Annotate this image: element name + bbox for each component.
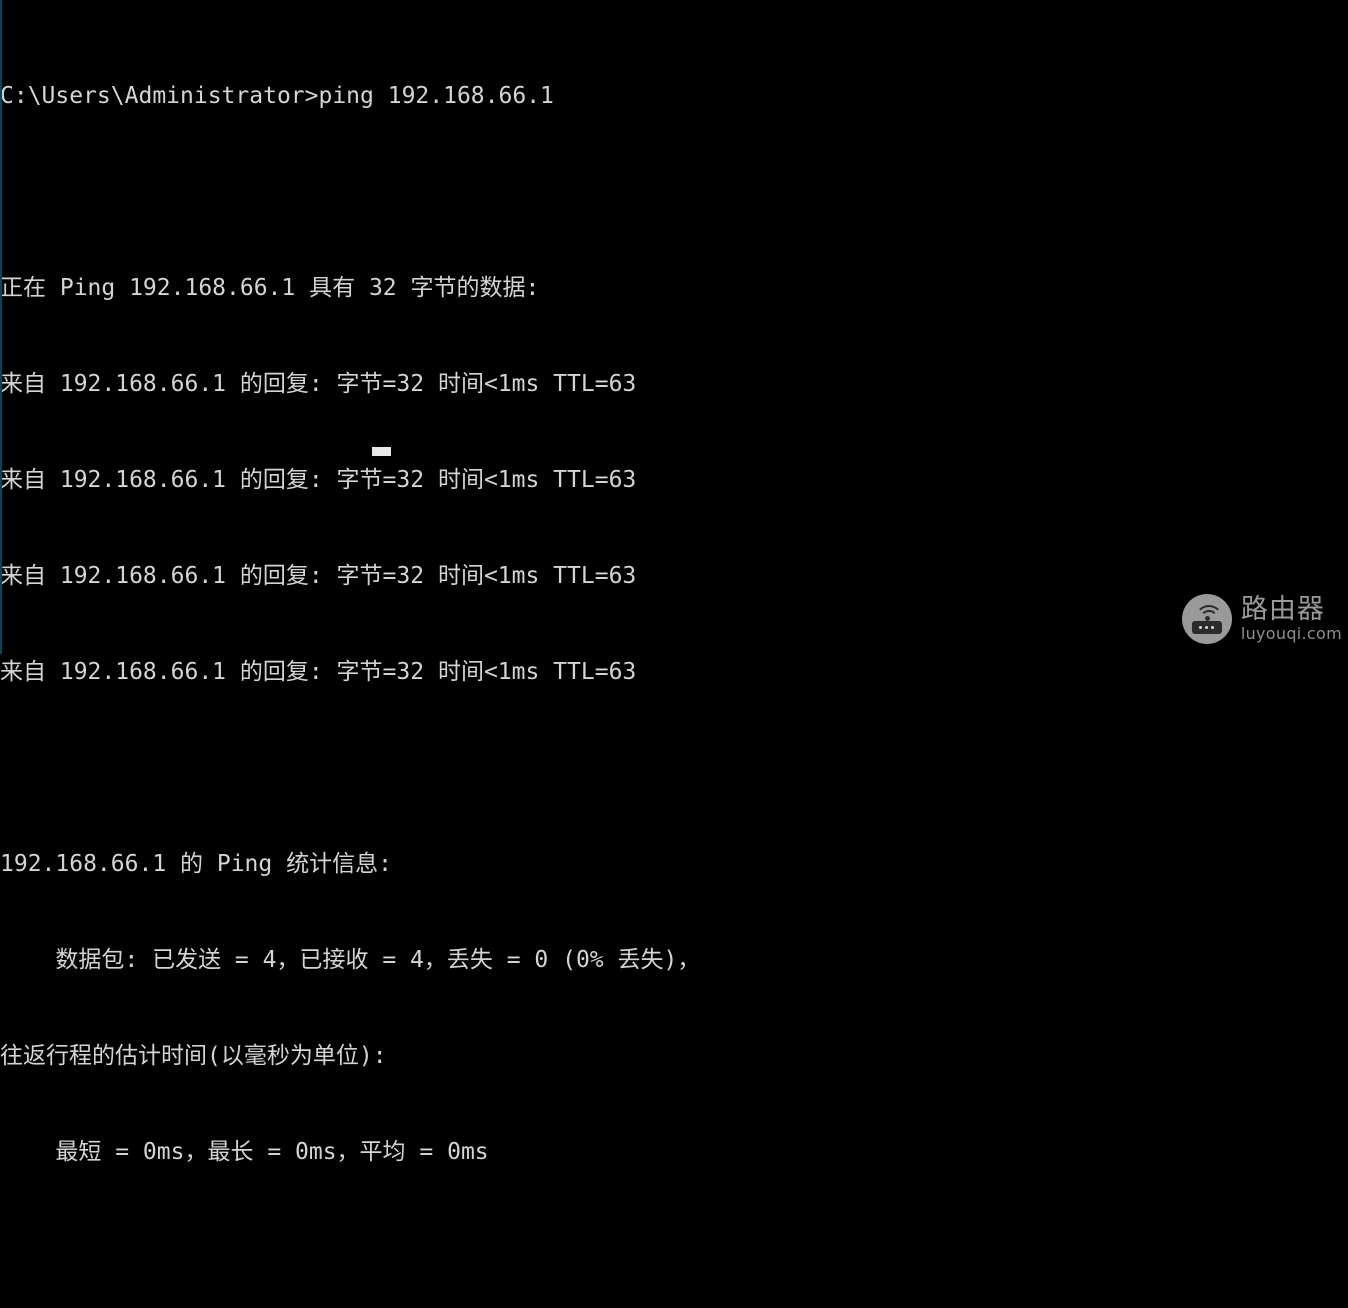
router-body-icon: [1191, 621, 1222, 634]
watermark-text: 路由器 luyouqi.com: [1241, 596, 1342, 642]
console-line-ping-header: 正在 Ping 192.168.66.1 具有 32 字节的数据:: [0, 275, 540, 301]
console-line-stats-header: 192.168.66.1 的 Ping 统计信息:: [0, 851, 392, 877]
watermark-subtitle: luyouqi.com: [1240, 624, 1342, 643]
console-line-stats-rtt-values: 最短 = 0ms，最长 = 0ms，平均 = 0ms: [0, 1139, 489, 1165]
scrollback-remnant-text: C: [0, 0, 14, 8]
console-line-list: C:\Users\Administrator>ping 192.168.66.1…: [0, 16, 700, 1308]
router-led-3: [1211, 626, 1215, 629]
console-line-reply-3: 来自 192.168.66.1 的回复: 字节=32 时间<1ms TTL=63: [0, 563, 637, 589]
console-output-area[interactable]: C C:\Users\Administrator>ping 192.168.66…: [0, 0, 1348, 1165]
console-line-stats-rtt-header: 往返行程的估计时间(以毫秒为单位):: [0, 1043, 387, 1069]
window-left-edge-accent: [0, 0, 2, 654]
console-line-prompt-command: C:\Users\Administrator>ping 192.168.66.1: [0, 83, 554, 109]
watermark: 路由器 luyouqi.com: [1181, 594, 1342, 644]
console-line-stats-packets: 数据包: 已发送 = 4，已接收 = 4，丢失 = 0 (0% 丢失)，: [0, 947, 701, 973]
console-line-reply-2: 来自 192.168.66.1 的回复: 字节=32 时间<1ms TTL=63: [0, 467, 637, 493]
block-cursor: [372, 447, 391, 456]
console-line-reply-4: 来自 192.168.66.1 的回复: 字节=32 时间<1ms TTL=63: [0, 659, 637, 685]
console-line-reply-1: 来自 192.168.66.1 的回复: 字节=32 时间<1ms TTL=63: [0, 371, 637, 397]
router-icon: [1181, 594, 1232, 644]
router-led-2: [1205, 626, 1209, 629]
router-led-1: [1199, 626, 1203, 629]
watermark-title: 路由器: [1240, 594, 1325, 625]
